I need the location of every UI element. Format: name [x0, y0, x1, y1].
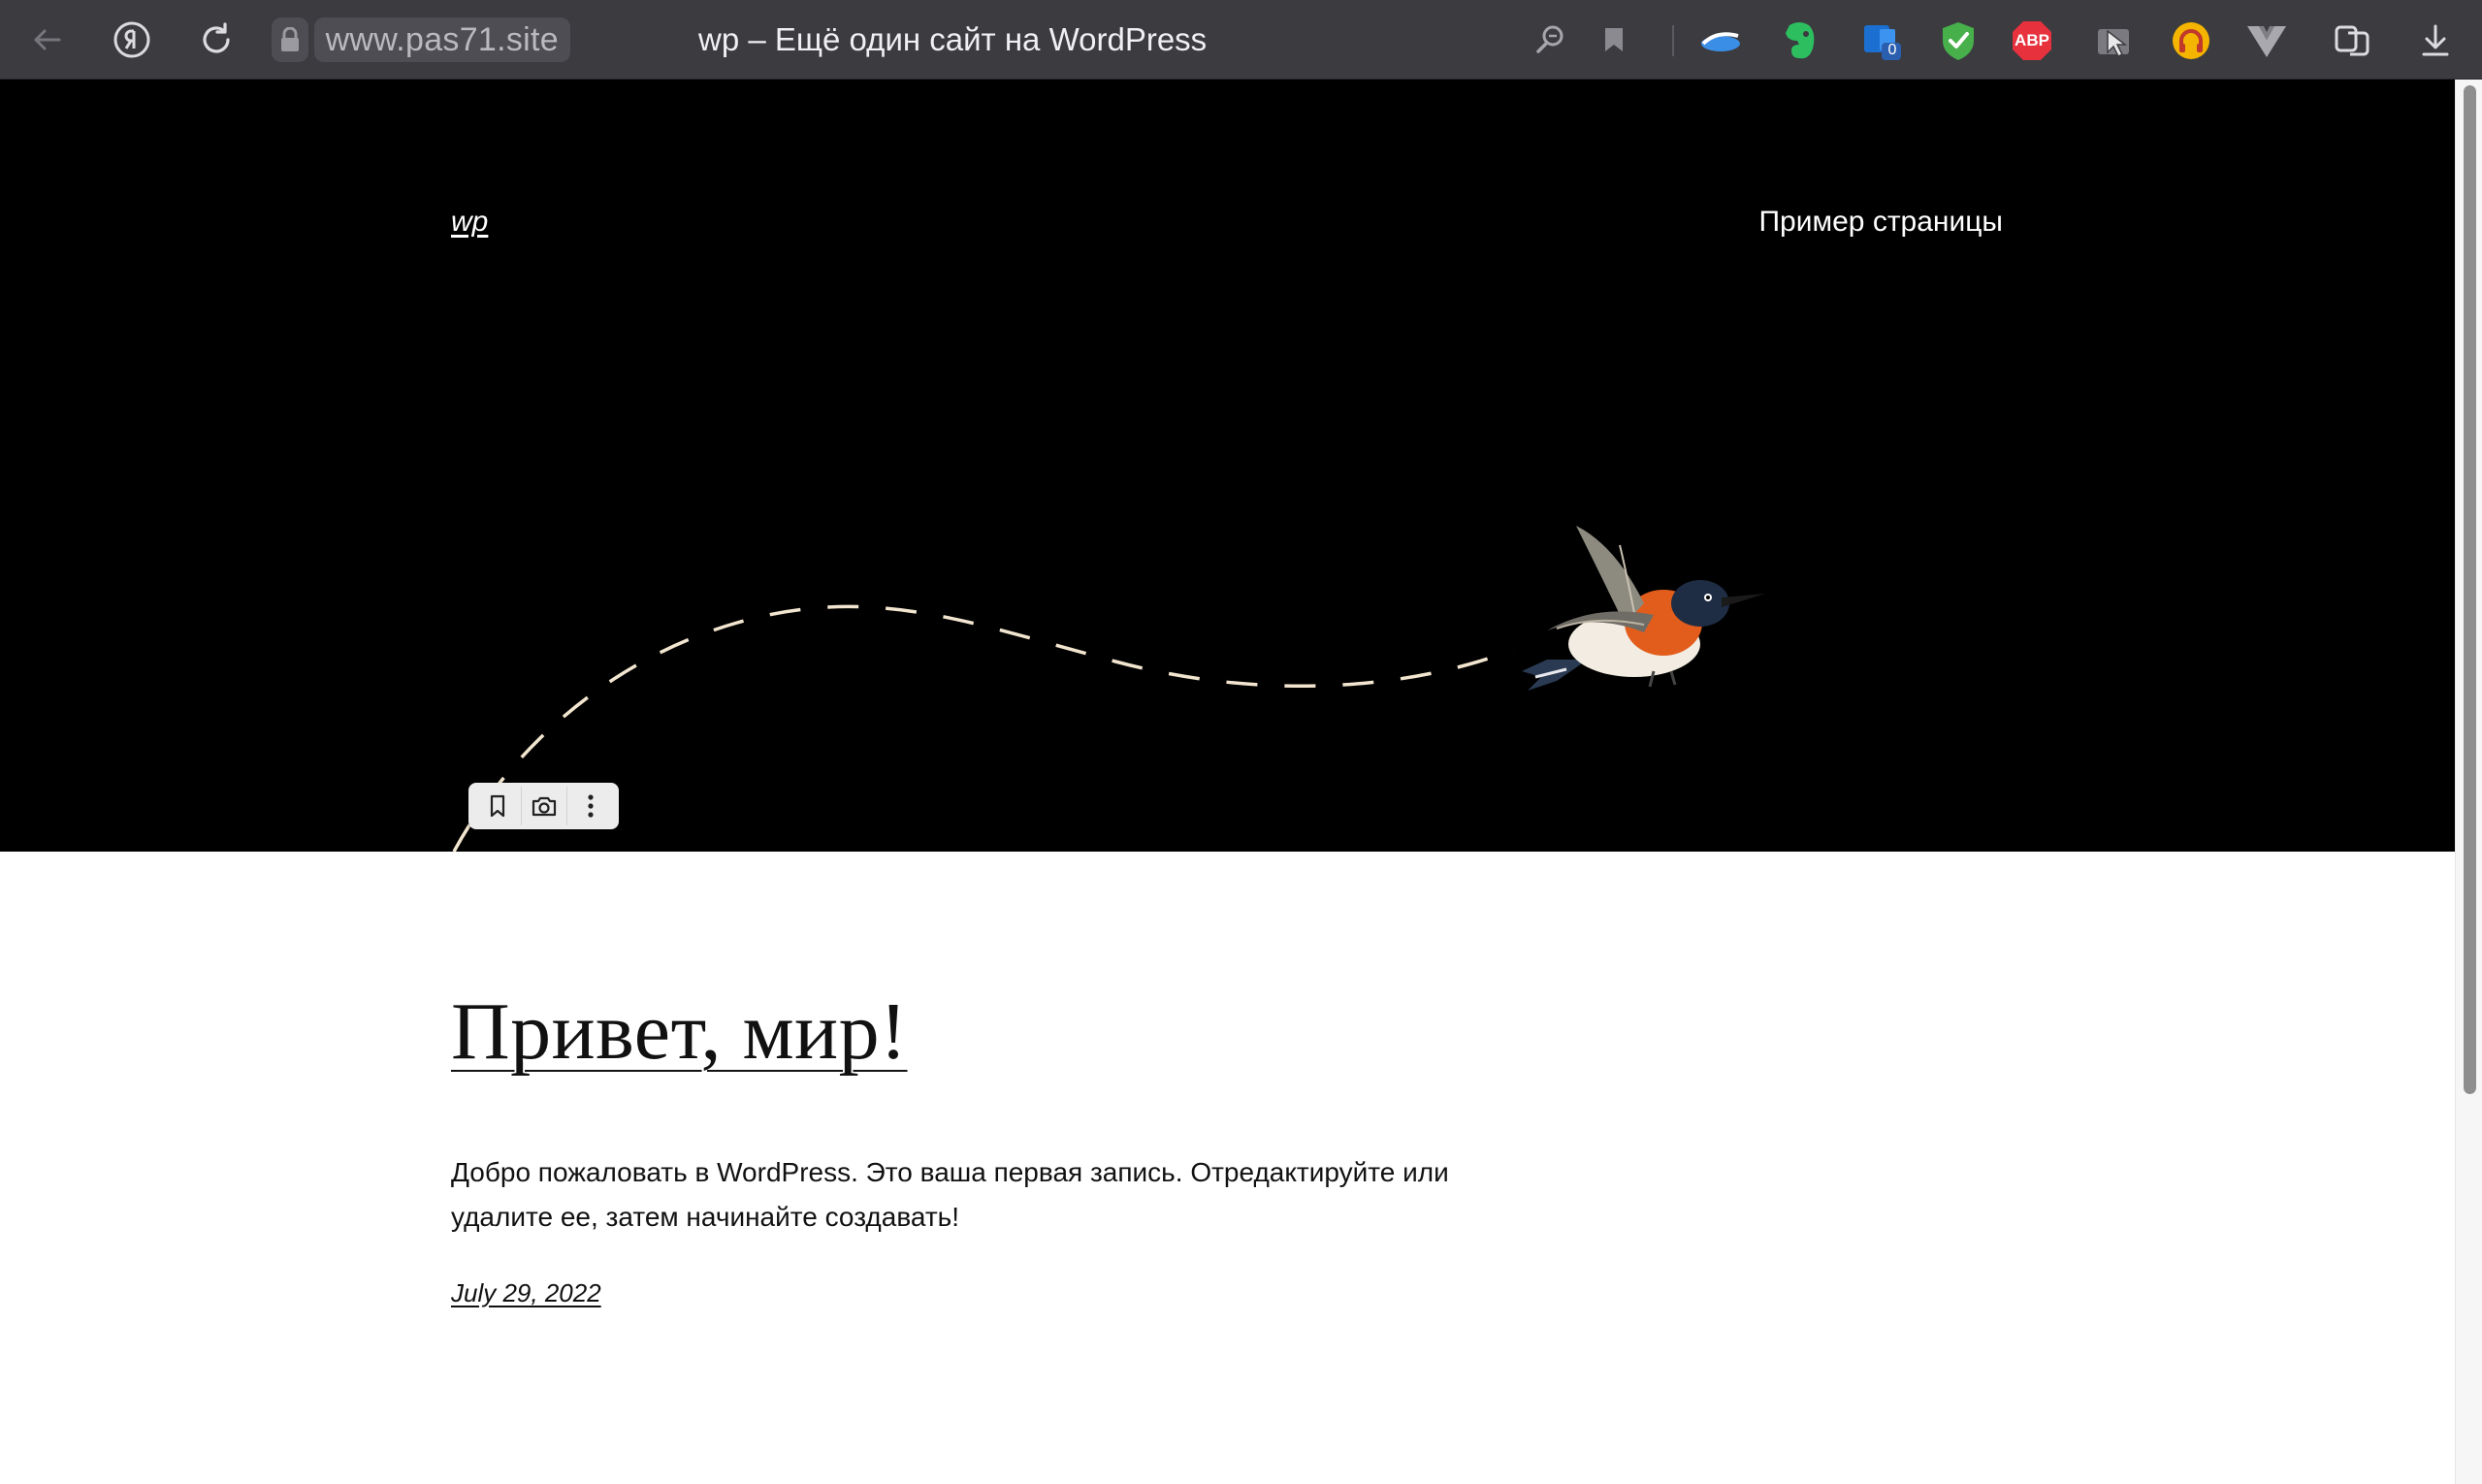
- adblock-plus-label: ABP: [2015, 31, 2049, 49]
- tab-title: wp – Ещё один сайт на WordPress: [698, 21, 1208, 57]
- address-bar[interactable]: www.pas71.site: [272, 17, 570, 62]
- yandex-icon: [113, 21, 150, 58]
- bird-image: [1522, 526, 1765, 691]
- evernote-button[interactable]: [1778, 19, 1821, 62]
- site-header: wp Пример страницы: [0, 80, 2455, 852]
- reload-button[interactable]: [193, 16, 240, 63]
- evernote-icon: [1786, 22, 1815, 59]
- screenshot-button[interactable]: [520, 787, 567, 825]
- downloads-icon: [2422, 24, 2449, 56]
- cursor-extension-button[interactable]: [2092, 19, 2135, 62]
- cloud-extension-icon: [1701, 32, 1740, 51]
- adblock-plus-button[interactable]: ABP: [2011, 19, 2053, 62]
- lock-icon: [280, 27, 299, 51]
- yandex-button[interactable]: [109, 16, 155, 63]
- reader-icon: [1536, 25, 1563, 53]
- bookmark-icon: [1605, 28, 1623, 51]
- tab-manager-icon: [2335, 25, 2369, 56]
- tab-manager-button[interactable]: [2331, 19, 2373, 62]
- save-image-button[interactable]: [474, 787, 521, 825]
- headphones-extension-icon: [2173, 22, 2209, 59]
- browser-toolbar: www.pas71.site wp – Ещё один сайт на Wor…: [0, 0, 2482, 80]
- header-illustration: [452, 526, 1765, 852]
- bookmark-icon: [490, 794, 504, 818]
- post-excerpt: Добро пожаловать в WordPress. Это ваша п…: [451, 1157, 1449, 1232]
- toolbar-separator: [1672, 25, 1674, 56]
- bookmark-button[interactable]: [1591, 16, 1637, 63]
- vue-devtools-icon: [2247, 26, 2286, 57]
- page-scrollbar[interactable]: [2455, 80, 2482, 1484]
- vue-devtools-button[interactable]: [2245, 19, 2288, 62]
- lock-button[interactable]: [272, 17, 308, 62]
- post-date-link[interactable]: July 29, 2022: [451, 1278, 601, 1308]
- reader-button[interactable]: [1527, 16, 1573, 63]
- scrollbar-thumb[interactable]: [2464, 85, 2476, 1094]
- camera-icon: [532, 796, 557, 817]
- back-button[interactable]: [23, 16, 70, 63]
- url-text[interactable]: www.pas71.site: [313, 17, 570, 62]
- office-badge: 0: [1887, 42, 1897, 58]
- more-options-button[interactable]: [566, 787, 613, 825]
- cloud-extension-button[interactable]: [1699, 19, 1742, 62]
- more-icon: [588, 794, 594, 818]
- shield-extension-button[interactable]: [1937, 19, 1980, 62]
- cursor-extension-icon: [2098, 29, 2129, 58]
- shield-check-icon: [1943, 22, 1974, 60]
- headphones-extension-button[interactable]: [2170, 19, 2212, 62]
- reload-icon: [203, 22, 230, 53]
- back-icon: [34, 29, 61, 50]
- post-title-link[interactable]: Привет, мир!: [451, 984, 908, 1079]
- office-extension-button[interactable]: 0: [1860, 19, 1903, 62]
- image-action-toolbar: [468, 783, 619, 829]
- downloads-button[interactable]: [2414, 19, 2457, 62]
